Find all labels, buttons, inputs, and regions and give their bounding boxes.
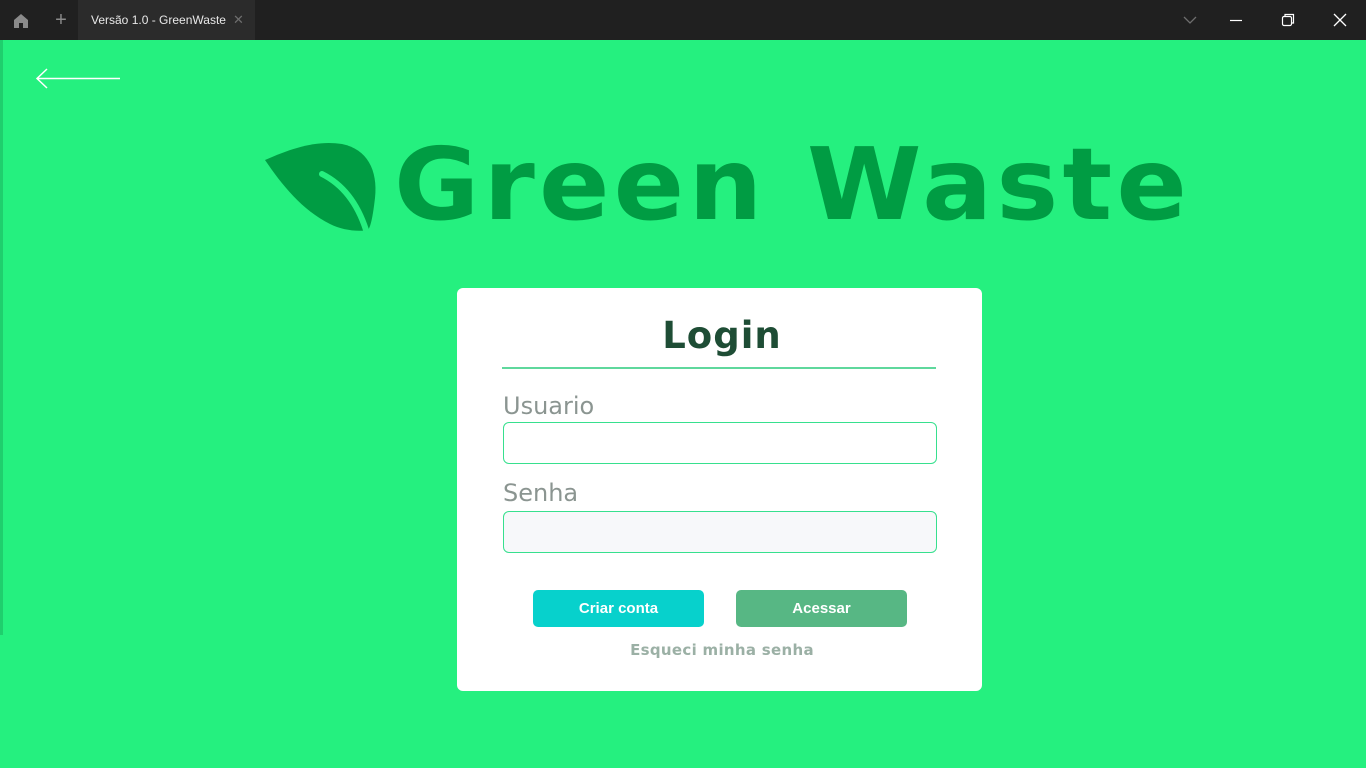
back-arrow-icon[interactable] [34,66,124,92]
access-button[interactable]: Acessar [736,590,907,627]
tab-active[interactable]: Versão 1.0 - GreenWaste ✕ [78,0,255,40]
username-label: Usuario [503,392,595,420]
title-bar: + Versão 1.0 - GreenWaste ✕ [0,0,1366,40]
password-label: Senha [503,479,579,507]
tab-close-icon[interactable]: ✕ [233,12,244,28]
minimize-icon[interactable] [1214,0,1260,40]
password-input[interactable] [503,511,937,553]
title-divider [502,367,936,369]
tab-list-chevron-down-icon[interactable] [1168,0,1214,40]
username-input[interactable] [503,422,937,464]
leaf-icon [262,140,380,234]
window-left-edge [0,40,3,635]
home-icon[interactable] [10,10,32,32]
new-tab-button[interactable]: + [50,9,72,31]
login-card: Login Usuario Senha Criar conta Acessar … [457,288,982,691]
restore-icon[interactable] [1266,0,1312,40]
logo-text: Green Waste [394,126,1192,243]
tab-title: Versão 1.0 - GreenWaste [91,13,226,27]
close-icon[interactable] [1318,0,1364,40]
login-title: Login [662,314,782,357]
forgot-password-link[interactable]: Esqueci minha senha [457,641,987,659]
app-logo: Green Waste [262,126,1187,243]
create-account-button[interactable]: Criar conta [533,590,704,627]
